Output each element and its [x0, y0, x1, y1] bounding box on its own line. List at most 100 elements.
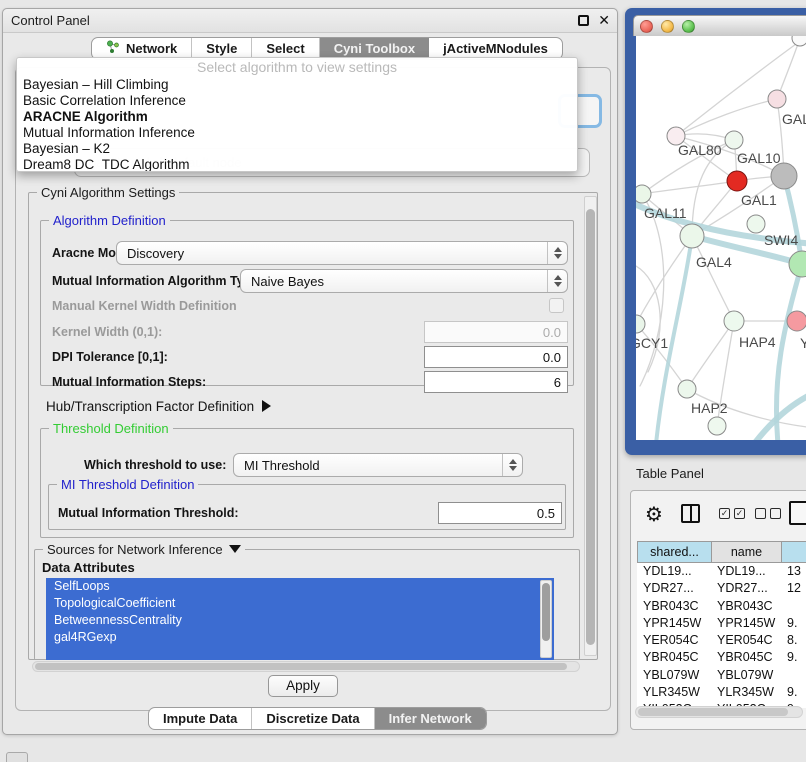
table-row[interactable]: YDR27...YDR27...12	[637, 580, 806, 597]
network-node[interactable]	[792, 36, 806, 46]
split-columns-icon[interactable]	[681, 504, 700, 523]
settings-hscrollbar[interactable]	[32, 661, 580, 672]
table-cell: YBL079W	[711, 667, 781, 684]
data-attribute-item[interactable]: TopologicalCoefficient	[46, 595, 554, 612]
close-traffic-light-icon[interactable]	[640, 20, 653, 33]
table-row[interactable]: YLR345WYLR345W9.	[637, 684, 806, 701]
attributes-scrollbar-thumb[interactable]	[542, 583, 550, 641]
deselect-all-checkbox-icon[interactable]	[770, 508, 781, 519]
algorithm-option[interactable]: Dream8 DC_TDC Algorithm	[17, 157, 577, 172]
table-cell: 9.	[781, 684, 806, 701]
data-attribute-item[interactable]: SelfLoops	[46, 578, 554, 595]
which-threshold-combo[interactable]: MI Threshold	[233, 453, 523, 477]
network-node-y[interactable]: Y	[787, 311, 806, 351]
select-all-checkbox-icon[interactable]: ✓	[734, 508, 745, 519]
table-row[interactable]: YDL19...YDL19...13	[637, 563, 806, 580]
tab-style[interactable]: Style	[192, 38, 252, 59]
algorithm-option[interactable]: Bayesian – Hill Climbing	[17, 77, 577, 93]
table-column-header[interactable]: shared...	[638, 542, 712, 562]
gear-icon[interactable]: ⚙	[645, 502, 663, 526]
table-column-header[interactable]	[782, 542, 806, 562]
mi-type-label: Mutual Information Algorithm Type:	[52, 274, 262, 288]
apply-button[interactable]: Apply	[268, 675, 338, 697]
tab-impute-data[interactable]: Impute Data	[149, 708, 252, 729]
table-cell	[781, 667, 806, 684]
dpi-tolerance-field[interactable]	[424, 346, 568, 368]
algorithm-option[interactable]: Bayesian – K2	[17, 141, 577, 157]
hub-tf-definition-expander[interactable]: Hub/Transcription Factor Definition	[46, 399, 271, 414]
aracne-mode-combo[interactable]: Discovery	[116, 241, 568, 265]
table-column-header[interactable]: name	[712, 542, 782, 562]
sources-title[interactable]: Sources for Network Inference	[43, 542, 245, 557]
settings-hscrollbar-thumb[interactable]	[35, 663, 567, 670]
which-threshold-value: MI Threshold	[244, 458, 320, 473]
float-window-icon[interactable]	[578, 15, 589, 26]
network-node-label: HAP4	[739, 334, 776, 350]
network-node-swi4[interactable]: SWI4	[747, 215, 798, 248]
network-canvas[interactable]: GALGAL80GAL10GAL1GAL11GAL4SWI4GCY1HAP4YH…	[636, 36, 806, 440]
data-attributes-list[interactable]: SelfLoopsTopologicalCoefficientBetweenne…	[46, 578, 554, 660]
tab-network[interactable]: Network	[92, 38, 192, 59]
document-icon[interactable]	[789, 501, 806, 525]
table-cell: YBL079W	[637, 667, 711, 684]
table-row[interactable]: YBR043CYBR043C	[637, 598, 806, 615]
deselect-all-checkbox-icon[interactable]	[755, 508, 766, 519]
tab-select[interactable]: Select	[252, 38, 319, 59]
network-node-gal80[interactable]: GAL80	[667, 127, 722, 158]
minimize-traffic-light-icon[interactable]	[661, 20, 674, 33]
table-cell: YPR145W	[711, 615, 781, 632]
network-node-gcy1[interactable]: GCY1	[636, 315, 668, 351]
data-attribute-item[interactable]: BetweennessCentrality	[46, 612, 554, 629]
control-panel-titlebar[interactable]: Control Panel ✕	[3, 9, 617, 33]
mi-threshold-field[interactable]	[438, 502, 562, 524]
settings-scrollbar[interactable]	[584, 196, 597, 656]
network-node[interactable]	[789, 251, 806, 277]
table-row[interactable]: YPR145WYPR145W9.	[637, 615, 806, 632]
algorithm-option[interactable]: ARACNE Algorithm	[17, 109, 577, 125]
network-node[interactable]	[708, 417, 726, 435]
algorithm-option[interactable]: Mutual Information Inference	[17, 125, 577, 141]
mi-type-value: Naive Bayes	[251, 274, 324, 289]
mi-steps-label: Mutual Information Steps:	[52, 375, 206, 389]
data-attribute-item[interactable]: gal4RGexp	[46, 629, 554, 646]
table-row[interactable]: YBR045CYBR045C9.	[637, 649, 806, 666]
select-all-checkbox-icon[interactable]: ✓	[719, 508, 730, 519]
combo-arrows-icon	[547, 242, 567, 264]
network-view-titlebar[interactable]	[633, 15, 806, 36]
tab-network-label: Network	[126, 41, 177, 56]
algorithm-popup-list: Bayesian – Hill ClimbingBasic Correlatio…	[17, 77, 577, 172]
network-node-hap2[interactable]: HAP2	[678, 380, 728, 416]
close-icon[interactable]: ✕	[598, 12, 610, 29]
network-node-label: SWI4	[764, 232, 798, 248]
algorithm-dropdown-hint: Select algorithm to view settings	[17, 58, 577, 77]
network-node[interactable]	[771, 163, 797, 189]
network-node-gal10[interactable]: GAL10	[725, 131, 781, 166]
table-row[interactable]: YBL079WYBL079W	[637, 667, 806, 684]
settings-scrollbar-thumb[interactable]	[586, 209, 595, 645]
network-node-gal[interactable]: GAL	[768, 90, 806, 127]
table-panel-title: Table Panel	[636, 466, 704, 481]
table-cell: YDR27...	[711, 580, 781, 597]
tab-discretize-data[interactable]: Discretize Data	[252, 708, 374, 729]
manual-kernel-checkbox[interactable]	[549, 298, 564, 313]
tab-jactivemnodules[interactable]: jActiveMNodules	[429, 38, 562, 59]
table-hscrollbar-thumb[interactable]	[638, 708, 788, 716]
table-cell: YBR043C	[637, 598, 711, 615]
table-hscrollbar[interactable]	[635, 706, 803, 718]
tab-infer-network-label: Infer Network	[389, 711, 472, 726]
table-toolbar: ⚙ ✓ ✓	[631, 499, 806, 531]
table-cell: 8.	[781, 632, 806, 649]
zoom-traffic-light-icon[interactable]	[682, 20, 695, 33]
attributes-scrollbar[interactable]	[540, 580, 552, 658]
algorithm-option[interactable]: Basic Correlation Inference	[17, 93, 577, 109]
mi-type-combo[interactable]: Naive Bayes	[240, 269, 568, 293]
mi-steps-field[interactable]	[424, 371, 568, 393]
corner-button[interactable]	[6, 752, 28, 762]
table-row[interactable]: YER054CYER054C8.	[637, 632, 806, 649]
mi-threshold-label: Mutual Information Threshold:	[58, 506, 239, 520]
tab-cyni-toolbox[interactable]: Cyni Toolbox	[320, 38, 429, 59]
network-node-hap4[interactable]: HAP4	[724, 311, 776, 350]
tab-infer-network[interactable]: Infer Network	[375, 708, 486, 729]
kernel-width-field[interactable]	[424, 321, 568, 343]
network-node-gal11[interactable]: GAL11	[636, 185, 687, 221]
